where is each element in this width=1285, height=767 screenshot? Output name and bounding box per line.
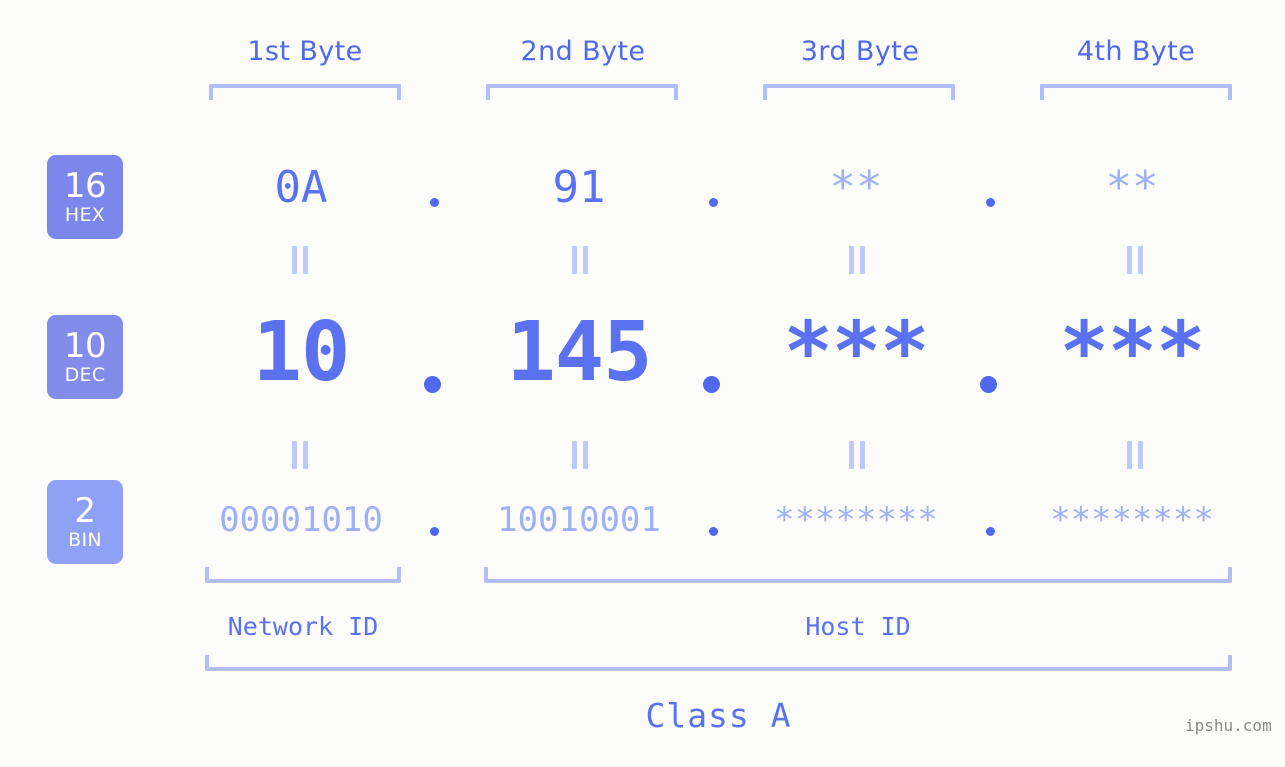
byte-header-label-1: 1st Byte	[247, 36, 363, 67]
equals-separator-dec-bin-4	[1124, 441, 1146, 469]
hex-byte-3: **	[829, 162, 883, 213]
hex-byte-4: **	[1105, 162, 1159, 213]
bin-dot-separator-3	[986, 527, 995, 536]
bin-byte-4: ********	[1050, 500, 1214, 540]
equals-separator-hex-dec-3	[846, 246, 868, 274]
byte-bracket-top-1	[209, 84, 401, 100]
network-id-label: Network ID	[227, 612, 379, 641]
radix-badge-bin: 2 BIN	[47, 480, 123, 564]
equals-separator-hex-dec-2	[569, 246, 591, 274]
host-id-bracket	[484, 567, 1232, 583]
byte-bracket-top-4	[1040, 84, 1232, 100]
dec-byte-2: 145	[506, 305, 652, 400]
radix-badge-dec: 10 DEC	[47, 315, 123, 399]
byte-header-label-2: 2nd Byte	[520, 36, 646, 67]
hex-byte-2: 91	[552, 162, 606, 213]
radix-badge-dec-number: 10	[63, 326, 107, 366]
bin-dot-separator-2	[709, 527, 718, 536]
radix-badge-bin-name: BIN	[68, 529, 102, 551]
host-id-label: Host ID	[805, 612, 911, 641]
bin-byte-2: 10010001	[497, 500, 661, 540]
bin-byte-3: ********	[774, 500, 938, 540]
radix-badge-hex: 16 HEX	[47, 155, 123, 239]
dec-dot-separator-1	[424, 376, 441, 393]
hex-dot-separator-1	[430, 198, 439, 207]
bin-byte-1: 00001010	[219, 500, 383, 540]
radix-badge-hex-number: 16	[63, 166, 107, 206]
hex-byte-1: 0A	[274, 162, 328, 213]
hex-dot-separator-2	[709, 198, 718, 207]
bin-dot-separator-1	[430, 527, 439, 536]
radix-badge-bin-number: 2	[74, 491, 96, 531]
network-id-bracket	[205, 567, 401, 583]
class-label: Class A	[645, 696, 792, 735]
equals-separator-hex-dec-4	[1124, 246, 1146, 274]
equals-separator-dec-bin-1	[289, 441, 311, 469]
dec-byte-1: 10	[252, 305, 351, 400]
equals-separator-dec-bin-2	[569, 441, 591, 469]
equals-separator-hex-dec-1	[289, 246, 311, 274]
byte-bracket-top-2	[486, 84, 678, 100]
radix-badge-hex-name: HEX	[64, 204, 106, 226]
dec-byte-3: ***	[783, 305, 929, 400]
class-bracket	[205, 655, 1232, 671]
watermark-ipshu: ipshu.com	[1185, 716, 1272, 735]
hex-dot-separator-3	[986, 198, 995, 207]
equals-separator-dec-bin-3	[846, 441, 868, 469]
diagram-canvas: 1st Byte 2nd Byte 3rd Byte 4th Byte 16 H…	[0, 0, 1285, 767]
dec-dot-separator-2	[703, 376, 720, 393]
byte-header-label-4: 4th Byte	[1076, 36, 1196, 67]
dec-dot-separator-3	[980, 376, 997, 393]
byte-bracket-top-3	[763, 84, 955, 100]
byte-header-label-3: 3rd Byte	[800, 36, 920, 67]
dec-byte-4: ***	[1059, 305, 1205, 400]
radix-badge-dec-name: DEC	[64, 364, 106, 386]
